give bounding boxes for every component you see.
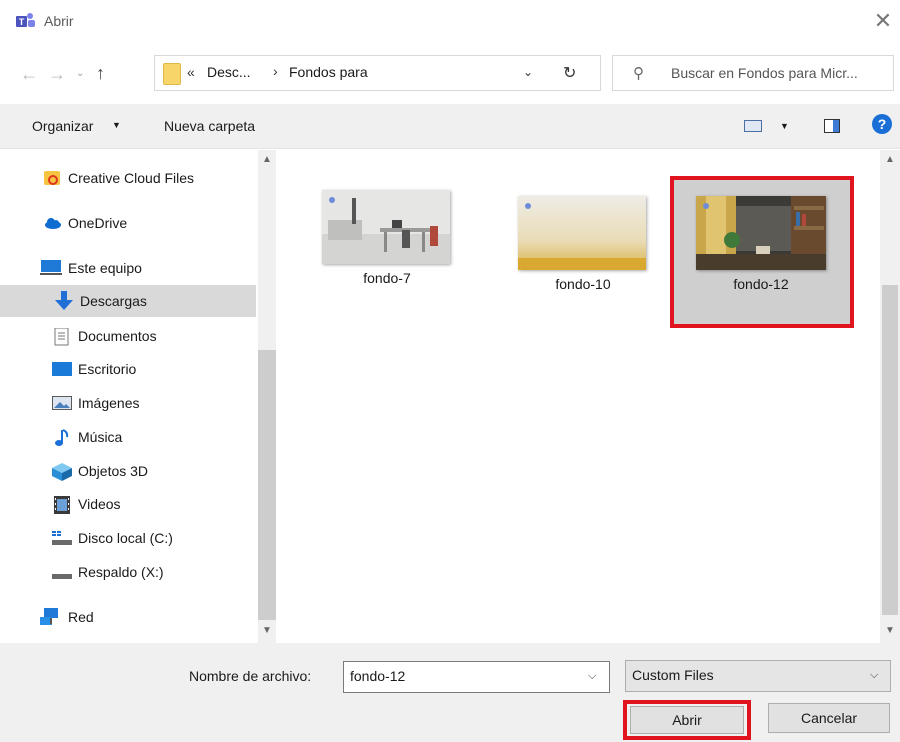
preview-pane-icon[interactable] <box>824 119 840 133</box>
search-input[interactable]: Buscar en Fondos para Micr... <box>671 65 858 81</box>
folder-icon <box>163 63 181 85</box>
recent-locations-chevron-icon[interactable]: ⌄ <box>76 68 84 79</box>
sidebar-item-label: OneDrive <box>68 215 128 231</box>
view-options-icon[interactable] <box>744 120 762 132</box>
file-type-filter-select[interactable]: Custom Files ⌵ <box>625 660 891 692</box>
file-type-filter-value[interactable]: Custom Files <box>632 667 714 683</box>
refresh-icon[interactable]: ↻ <box>563 63 576 83</box>
cancel-button[interactable]: Cancelar <box>768 703 890 733</box>
sidebar-item-label: Descargas <box>80 293 147 309</box>
sidebar-scrollbar[interactable]: ▲ ▼ <box>258 150 276 643</box>
music-icon <box>54 429 72 446</box>
sidebar-item-label: Videos <box>78 496 121 512</box>
scroll-up-icon[interactable]: ▲ <box>258 154 276 165</box>
sidebar-item-label: Objetos 3D <box>78 463 149 479</box>
scroll-down-icon[interactable]: ▼ <box>258 625 276 636</box>
sidebar-scroll-thumb[interactable] <box>258 350 276 620</box>
file-item-fondo-7[interactable]: fondo-7 <box>312 186 462 296</box>
annotation-highlight-box <box>623 700 751 740</box>
sidebar-item-escritorio[interactable]: Escritorio <box>52 353 136 385</box>
title-bar: T Abrir ✕ <box>0 0 900 44</box>
view-dropdown-icon[interactable]: ▼ <box>780 121 789 131</box>
video-icon <box>54 496 72 514</box>
computer-icon <box>40 260 62 276</box>
sidebar-item-label: Escritorio <box>78 361 137 377</box>
breadcrumb-current-folder[interactable]: Fondos para <box>289 64 368 80</box>
new-folder-button[interactable]: Nueva carpeta <box>164 118 255 134</box>
sidebar-item-objetos-3d[interactable]: Objetos 3D <box>52 455 148 487</box>
organize-dropdown-icon[interactable]: ▼ <box>112 120 121 130</box>
address-overflow-icon[interactable]: « <box>187 64 195 80</box>
sidebar-item-label: Red <box>68 609 94 625</box>
cloud-icon <box>44 215 62 231</box>
address-bar[interactable]: « Desc... › Fondos para ⌄ ↻ <box>154 55 601 91</box>
sidebar-item-label: Imágenes <box>78 395 140 411</box>
search-icon: ⚲ <box>633 65 644 82</box>
back-arrow-icon[interactable]: ← <box>20 64 38 85</box>
command-bar: Organizar ▼ Nueva carpeta ▼ <box>0 104 900 149</box>
teams-logo-icon: T <box>16 12 36 30</box>
files-scroll-thumb[interactable] <box>882 285 898 615</box>
sidebar-item-onedrive[interactable]: OneDrive <box>44 207 127 239</box>
file-name-label: fondo-10 <box>555 276 611 292</box>
svg-text:T: T <box>19 17 25 27</box>
sidebar-item-label: Documentos <box>78 328 157 344</box>
chevron-down-icon[interactable]: ⌵ <box>870 669 878 682</box>
help-icon[interactable]: ? <box>872 114 892 134</box>
files-scrollbar[interactable]: ▲ ▼ <box>880 150 900 643</box>
search-box[interactable]: ⚲ Buscar en Fondos para Micr... <box>612 55 894 91</box>
sidebar-item-label: Respaldo (X:) <box>78 564 164 580</box>
up-arrow-icon[interactable]: ↑ <box>96 63 105 84</box>
sidebar-item-label: Música <box>78 429 123 445</box>
annotation-highlight-box <box>670 176 854 328</box>
sidebar-item-musica[interactable]: Música <box>54 421 122 453</box>
sidebar-item-videos[interactable]: Videos <box>54 488 121 520</box>
document-icon <box>54 327 72 346</box>
address-dropdown-icon[interactable]: ⌄ <box>523 65 533 79</box>
sidebar-item-este-equipo[interactable]: Este equipo <box>40 252 142 284</box>
sidebar-item-disco-local[interactable]: Disco local (C:) <box>52 522 173 554</box>
sidebar-item-descargas[interactable]: Descargas <box>54 285 147 317</box>
desktop-icon <box>52 361 72 377</box>
sidebar-item-red[interactable]: Red <box>40 601 94 633</box>
drive-icon <box>52 530 72 546</box>
drive-icon <box>52 564 72 580</box>
filename-input[interactable]: fondo-12 ⌵ <box>343 661 610 693</box>
sidebar-item-documentos[interactable]: Documentos <box>54 320 157 352</box>
3d-objects-icon <box>52 463 72 481</box>
sidebar-item-creative-cloud[interactable]: Creative Cloud Files <box>44 162 194 194</box>
sidebar-item-label: Disco local (C:) <box>78 530 173 546</box>
file-name-label: fondo-7 <box>363 270 411 286</box>
scroll-up-icon[interactable]: ▲ <box>880 154 900 165</box>
network-icon <box>40 608 62 626</box>
sidebar-item-respaldo[interactable]: Respaldo (X:) <box>52 556 164 588</box>
scroll-down-icon[interactable]: ▼ <box>880 625 900 636</box>
file-thumbnail <box>518 196 646 270</box>
sidebar-item-label: Creative Cloud Files <box>68 170 195 186</box>
window-title: Abrir <box>44 13 74 29</box>
close-button[interactable]: ✕ <box>870 8 896 34</box>
organize-button[interactable]: Organizar <box>32 118 93 134</box>
breadcrumb-descargas[interactable]: Desc... <box>207 64 251 80</box>
download-icon <box>54 291 74 311</box>
file-item-fondo-10[interactable]: fondo-10 <box>508 190 658 300</box>
filename-input-value[interactable]: fondo-12 <box>350 668 405 684</box>
breadcrumb-separator-icon[interactable]: › <box>273 63 278 79</box>
filename-label: Nombre de archivo: <box>189 668 312 684</box>
file-thumbnail <box>322 190 450 264</box>
forward-arrow-icon[interactable]: → <box>48 64 66 85</box>
pictures-icon <box>52 395 72 411</box>
chevron-down-icon[interactable]: ⌵ <box>588 670 596 683</box>
creative-cloud-icon <box>44 170 62 186</box>
sidebar-item-imagenes[interactable]: Imágenes <box>52 387 139 419</box>
sidebar-item-label: Este equipo <box>68 260 142 276</box>
